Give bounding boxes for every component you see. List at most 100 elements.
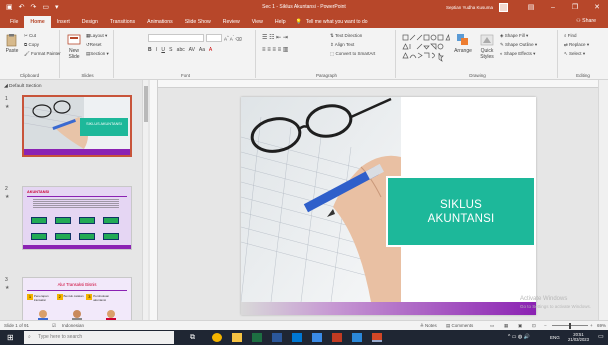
task-view-icon[interactable]: ⧉ [190, 330, 195, 345]
vertical-ruler [150, 80, 158, 320]
font-color-button[interactable]: A [209, 47, 212, 53]
minimize-button[interactable]: – [542, 0, 564, 15]
shapes-gallery-icon[interactable] [402, 34, 450, 62]
slide-thumbnail-1[interactable]: SIKLUS AKUNTANSI [22, 95, 132, 157]
activate-windows-watermark: Activate Windows Go to Settings to activ… [520, 295, 591, 311]
save-icon[interactable]: ▣ [6, 0, 13, 15]
tab-review[interactable]: Review [217, 16, 246, 28]
present-icon[interactable]: ▭ [42, 0, 49, 15]
section-header[interactable]: ◢ Default Section [4, 84, 42, 89]
select-button[interactable]: ↖ Select ▾ [564, 51, 585, 57]
word-icon[interactable] [272, 333, 282, 342]
restore-button[interactable]: ❐ [564, 0, 586, 15]
slide-title-line-2: AKUNTANSI [427, 212, 495, 225]
chrome-icon[interactable] [212, 333, 222, 342]
strikethrough-button[interactable]: S [169, 47, 172, 53]
spacing-button[interactable]: AV [189, 47, 195, 53]
smartart-button[interactable]: ⬚ Convert to SmartArt [330, 51, 375, 57]
clock[interactable]: 20:51 21/03/2023 [568, 332, 589, 342]
tab-insert[interactable]: Insert [51, 16, 76, 28]
tab-help[interactable]: Help [269, 16, 292, 28]
list-buttons[interactable]: ☰ ☷ ⇤ ⇥ [262, 34, 288, 41]
slide-thumbnail-2[interactable]: AKUNTANSI [22, 186, 132, 250]
app-icon-blue[interactable] [352, 333, 362, 342]
paste-label: Paste [5, 48, 19, 54]
tray-icons[interactable]: ^ ▭ ◍ 🔊 [508, 330, 530, 345]
powerpoint-icon[interactable] [372, 333, 382, 342]
file-explorer-icon[interactable] [232, 333, 242, 342]
paragraph-group: ☰ ☷ ⇤ ⇥ ≡ ≡ ≡ ≡ ▥ ⇅ Text Direction ⇕ Ali… [258, 30, 396, 78]
layout-button[interactable]: ▦Layout ▾ [86, 33, 107, 39]
copy-button[interactable]: ⧉ Copy [24, 42, 39, 47]
tab-slide-show[interactable]: Slide Show [179, 16, 217, 28]
arrange-button[interactable]: Arrange [452, 33, 474, 54]
align-buttons[interactable]: ≡ ≡ ≡ ≡ ▥ [262, 46, 288, 53]
main-slide[interactable]: SIKLUS AKUNTANSI [241, 97, 536, 315]
taskbar-search[interactable]: ⌕ Type here to search [24, 331, 174, 344]
editing-group-label: Editing [576, 73, 590, 78]
italic-button[interactable]: I [156, 47, 157, 53]
text-direction-button[interactable]: ⇅ Text Direction [330, 33, 362, 39]
excel-icon[interactable] [252, 333, 262, 342]
paste-button[interactable]: Paste [3, 33, 21, 54]
zoom-slider-thumb[interactable] [569, 323, 571, 329]
avatar[interactable] [499, 3, 508, 12]
outdent-icon: ⇥ [282, 35, 288, 41]
font-name-box[interactable] [148, 34, 204, 42]
replace-label: Replace [569, 42, 586, 47]
align-left-icon: ≡ [262, 47, 266, 53]
grow-font-button[interactable]: A^ Aˇ ⌫ [224, 35, 242, 43]
strike-abc-button[interactable]: abc [177, 47, 185, 53]
comments-label: Comments [451, 323, 474, 328]
tab-design[interactable]: Design [76, 16, 104, 28]
underline-button[interactable]: U [161, 47, 165, 53]
tab-view[interactable]: View [246, 16, 269, 28]
customize-icon[interactable]: ▾ [55, 0, 59, 15]
redo-icon[interactable]: ↷ [31, 0, 37, 15]
ribbon-tabs: File Home Insert Design Transitions Anim… [0, 15, 608, 28]
align-text-label: Align Text [334, 42, 355, 47]
notification-icon[interactable]: ▭ [598, 330, 604, 345]
shape-fill-button[interactable]: ◈ Shape Fill ▾ [500, 33, 528, 39]
tab-file[interactable]: File [4, 16, 24, 28]
shape-effects-button[interactable]: ◐ Shape Effects ▾ [500, 51, 535, 57]
replace-button[interactable]: ⇄ Replace ▾ [564, 42, 589, 48]
ribbon-display-icon[interactable]: ▤ [520, 0, 542, 15]
title-textbox[interactable]: SIKLUS AKUNTANSI [386, 176, 536, 247]
close-button[interactable]: ✕ [586, 0, 608, 15]
share-button[interactable]: ⚇ Share [576, 15, 596, 27]
thumbnail-scroll-thumb[interactable] [144, 86, 148, 122]
windows-start-icon[interactable]: ⊞ [7, 330, 14, 345]
transition-star-icon: ★ [5, 285, 10, 291]
smartart-icon: ⬚ [330, 51, 335, 56]
tell-me-box[interactable]: Tell me what you want to do [302, 16, 368, 28]
quick-styles-button[interactable]: Quick Styles [476, 33, 498, 60]
user-name[interactable]: Septian Yudha Kusuma [446, 5, 493, 10]
format-painter-button[interactable]: 🖌 Format Painter [24, 51, 61, 57]
font-size-box[interactable] [206, 34, 222, 42]
thumb-2-diagram [31, 214, 121, 244]
quick-styles-label: Quick Styles [480, 48, 494, 60]
brush-icon: 🖌 [24, 51, 30, 56]
find-button[interactable]: ⌕ Find [564, 33, 577, 38]
input-language[interactable]: ENG [550, 330, 560, 345]
section-button[interactable]: ▤Section ▾ [86, 51, 109, 57]
change-case-button[interactable]: Aa [199, 47, 205, 53]
bold-button[interactable]: B [148, 47, 152, 53]
app-icon-red[interactable] [332, 333, 342, 342]
align-center-icon: ≡ [267, 47, 271, 53]
align-text-button[interactable]: ⇕ Align Text [330, 42, 354, 48]
tab-home[interactable]: Home [24, 16, 51, 28]
cut-button[interactable]: ✂ Cut [24, 33, 36, 39]
reset-button[interactable]: ↺Reset [86, 42, 102, 48]
edge-icon[interactable] [292, 333, 302, 342]
tab-animations[interactable]: Animations [141, 16, 179, 28]
store-icon[interactable] [312, 333, 322, 342]
tab-transitions[interactable]: Transitions [104, 16, 141, 28]
slide-scrollbar[interactable] [598, 80, 608, 320]
new-slide-button[interactable]: New Slide [64, 33, 84, 60]
shape-outline-button[interactable]: ✎ Shape Outline ▾ [500, 42, 537, 48]
thumbnail-scrollbar[interactable] [142, 80, 148, 320]
undo-icon[interactable]: ↶ [19, 0, 25, 15]
slide-thumbnail-3[interactable]: Alur Transaksi Bisnis 1 Penerapan transa… [22, 277, 132, 320]
